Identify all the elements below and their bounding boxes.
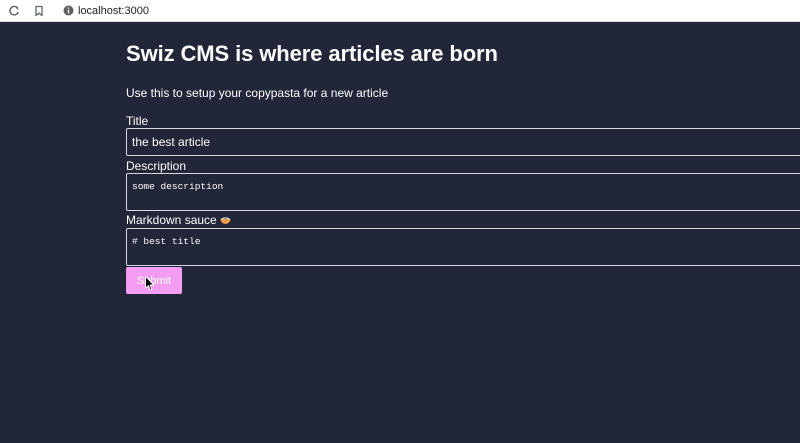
bowl-icon bbox=[220, 214, 231, 224]
title-label: Title bbox=[126, 114, 149, 128]
markdown-label: Markdown sauce bbox=[126, 213, 231, 227]
markdown-textarea[interactable]: # best title bbox=[126, 228, 800, 266]
markdown-label-text: Markdown sauce bbox=[126, 213, 217, 227]
intro-text: Use this to setup your copypasta for a n… bbox=[126, 86, 389, 100]
submit-button[interactable]: Submit bbox=[126, 267, 182, 294]
browser-toolbar: localhost:3000 bbox=[0, 0, 800, 22]
description-textarea[interactable]: some description bbox=[126, 173, 800, 211]
page: Swiz CMS is where articles are born Use … bbox=[0, 23, 800, 443]
address-bar[interactable]: localhost:3000 bbox=[78, 5, 149, 17]
description-label: Description bbox=[126, 159, 187, 173]
info-icon[interactable] bbox=[62, 5, 74, 17]
page-title: Swiz CMS is where articles are born bbox=[126, 41, 498, 66]
title-input[interactable] bbox=[126, 128, 800, 156]
reload-icon[interactable] bbox=[7, 4, 21, 18]
bookmark-icon[interactable] bbox=[32, 4, 46, 18]
